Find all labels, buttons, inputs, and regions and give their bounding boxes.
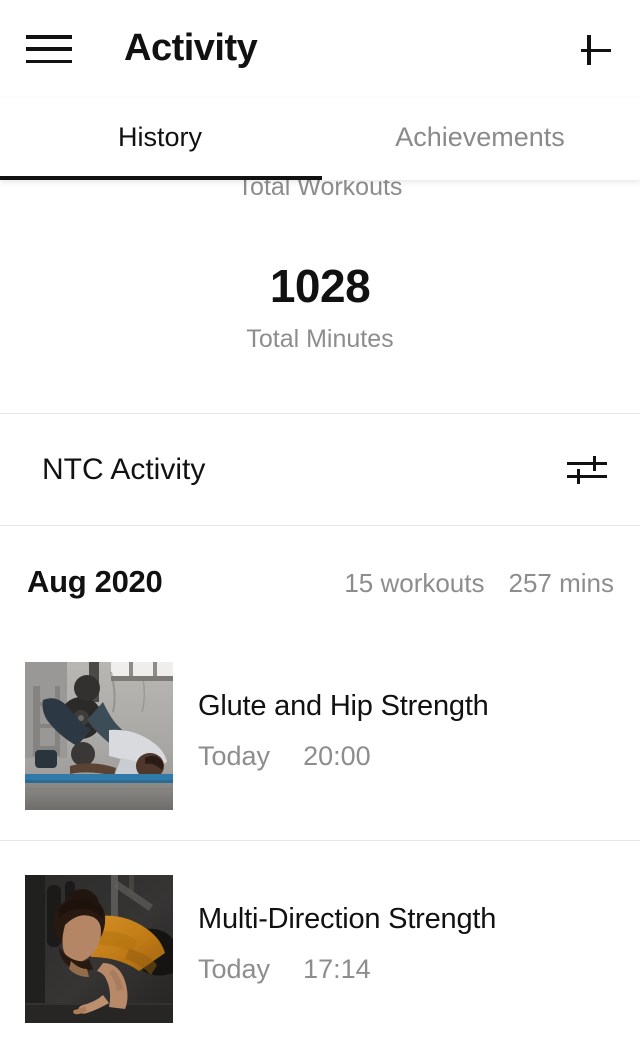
filter-bar — [567, 462, 607, 465]
hamburger-bar — [26, 59, 72, 63]
tab-achievements[interactable]: Achievements — [320, 98, 640, 177]
glute-bridge-gym-photo — [25, 662, 173, 810]
workout-title: Glute and Hip Strength — [198, 690, 489, 722]
month-summary-row: Aug 2020 15 workouts 257 mins — [0, 526, 640, 630]
workout-list-item[interactable]: Glute and Hip Strength Today 20:00 — [0, 630, 640, 840]
workout-thumbnail-multi-direction — [25, 875, 173, 1023]
month-workouts-count: 15 workouts — [344, 568, 485, 598]
page-title: Activity — [124, 27, 258, 69]
divider — [0, 840, 640, 841]
tab-active-underline — [0, 176, 322, 180]
month-label: Aug 2020 — [27, 564, 163, 599]
filter-tick — [593, 456, 596, 471]
workout-list-item[interactable]: Multi-Direction Strength Today 17:14 — [0, 843, 640, 1053]
ntc-activity-title: NTC Activity — [42, 453, 206, 486]
ntc-activity-header: NTC Activity — [0, 414, 640, 525]
plus-icon[interactable] — [574, 28, 618, 72]
filter-sliders-icon[interactable] — [562, 444, 612, 494]
activity-screen: Activity History Achievements Total Work… — [0, 0, 640, 1058]
workout-time: 20:00 — [303, 741, 371, 771]
hamburger-menu-icon[interactable] — [26, 32, 74, 66]
hamburger-bar — [26, 47, 72, 51]
workout-thumbnail-glute-bridge — [25, 662, 173, 810]
month-stats: 15 workouts 257 mins — [344, 566, 614, 600]
filter-tick — [577, 469, 580, 484]
total-minutes-label: Total Minutes — [246, 325, 394, 353]
hamburger-bar — [26, 35, 72, 39]
workout-day: Today — [198, 954, 271, 984]
tab-bar: History Achievements — [0, 98, 640, 180]
filter-bar — [567, 475, 607, 478]
month-minutes-total: 257 mins — [508, 568, 615, 598]
app-bar: Activity — [0, 0, 640, 98]
workout-meta: Today 17:14 — [198, 951, 371, 987]
woman-orange-shirt-gym-photo — [25, 875, 173, 1023]
workout-title: Multi-Direction Strength — [198, 903, 497, 935]
total-minutes-value: 1028 — [269, 260, 371, 312]
workout-meta: Today 20:00 — [198, 738, 371, 774]
tab-history[interactable]: History — [0, 98, 320, 177]
workout-time: 17:14 — [303, 954, 371, 984]
stats-summary: Total Workouts 1028 Total Minutes — [0, 170, 640, 413]
workout-day: Today — [198, 741, 271, 771]
